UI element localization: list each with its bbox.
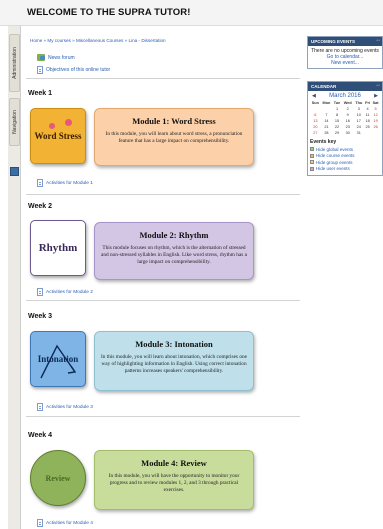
right-sidebar: UPCOMING EVENTS ▫▫ There are no upcoming…	[307, 36, 383, 182]
block-collapse-icon[interactable]: ▫▫	[376, 83, 380, 89]
calendar-grid: Sun Mon Tue Wed Thu Fri Sat 1 2 3 4 5 6 7 8 9 10 11 12 13 1…	[310, 100, 380, 136]
upcoming-events-block: UPCOMING EVENTS ▫▫ There are no upcoming…	[307, 36, 383, 69]
forum-icon	[37, 54, 45, 61]
module-4-title: Module 4: Review	[141, 458, 207, 468]
module-1-activities-label: Activities for Module 1	[46, 180, 93, 186]
block-collapse-icon[interactable]: ▫▫	[376, 38, 380, 44]
dock-strip: Administration Navigation	[8, 26, 21, 529]
dock-tab-navigation[interactable]: Navigation	[9, 98, 20, 146]
module-3-thumb-text: Intonation	[37, 354, 79, 364]
news-forum-label: News forum	[48, 54, 75, 61]
calendar-header: CALENDAR ▫▫	[308, 82, 382, 91]
next-month-icon[interactable]: ▶	[374, 93, 378, 99]
section-divider	[26, 416, 300, 417]
course-content: Home » My courses » Miscellaneous Course…	[22, 26, 304, 529]
module-3-title: Module 3: Intonation	[135, 339, 213, 349]
event-color-swatch-icon	[310, 160, 314, 165]
dock-tab-navigation-label: Navigation	[11, 110, 18, 134]
page-title: WELCOME TO THE SUPRA TUTOR!	[27, 7, 191, 18]
calendar-day[interactable]: 31	[354, 130, 364, 136]
module-3-thumbnail[interactable]: Intonation	[30, 331, 86, 387]
module-4-card: Module 4: Review In this module, you wil…	[94, 450, 254, 510]
document-icon	[37, 288, 43, 296]
prev-month-icon[interactable]: ◀	[312, 93, 316, 99]
module-2-title: Module 2: Rhythm	[139, 230, 209, 240]
module-1-card: Module 1: Word Stress In this module, yo…	[94, 108, 254, 166]
calendar-day[interactable]: 28	[321, 130, 333, 136]
calendar-day	[371, 130, 380, 136]
module-2-thumb-text: Rhythm	[38, 242, 78, 254]
dock-tab-administration-label: Administration	[11, 47, 18, 79]
event-color-swatch-icon	[310, 147, 314, 152]
section-divider	[26, 78, 300, 79]
module-4-thumb-text: Review	[45, 473, 71, 483]
week-3-heading: Week 3	[28, 313, 52, 320]
module-4-activities-label: Activities for Module 4	[46, 520, 93, 526]
decor-ball-icon	[65, 119, 72, 126]
events-key-item[interactable]: Hide user events	[310, 166, 380, 173]
module-3-description: In this module, you will learn about int…	[101, 354, 247, 375]
module-2-card: Module 2: Rhythm This module focuses on …	[94, 222, 254, 280]
document-icon	[37, 519, 43, 527]
section-divider	[26, 300, 300, 301]
dock-toggle-icon[interactable]	[10, 167, 19, 176]
page-header: WELCOME TO THE SUPRA TUTOR!	[0, 0, 383, 26]
week-2-heading: Week 2	[28, 203, 52, 210]
module-2-activities-link[interactable]: Activities for Module 2	[37, 288, 93, 296]
module-3-activities-label: Activities for Module 3	[46, 404, 93, 410]
calendar-month[interactable]: March 2016	[329, 93, 361, 99]
news-forum-link[interactable]: News forum	[37, 54, 75, 61]
objectives-label: Objectives of this online tutor	[46, 67, 111, 73]
module-2-activities-label: Activities for Module 2	[46, 289, 93, 295]
module-1-description: In this module, you will learn about wor…	[105, 131, 243, 145]
module-1-thumb-text: Word Stress	[34, 131, 82, 141]
module-2-thumbnail[interactable]: Rhythm	[30, 220, 86, 276]
calendar-title: CALENDAR	[311, 84, 337, 89]
module-1-thumbnail[interactable]: Word Stress	[30, 108, 86, 164]
events-key-label: Hide global events	[316, 146, 354, 152]
event-color-swatch-icon	[310, 166, 314, 171]
events-key-label: Hide course events	[316, 153, 355, 159]
module-1-activities-link[interactable]: Activities for Module 1	[37, 179, 93, 187]
dock-tab-administration[interactable]: Administration	[9, 34, 20, 92]
week-1-heading: Week 1	[28, 90, 52, 97]
document-icon	[37, 179, 43, 187]
calendar-block: CALENDAR ▫▫ ◀ March 2016 ▶ Sun Mon Tue Wed T…	[307, 81, 383, 176]
upcoming-events-title: UPCOMING EVENTS	[311, 39, 356, 44]
calendar-day	[364, 130, 371, 136]
events-key-label: Hide group events	[316, 159, 353, 165]
calendar-day[interactable]: 29	[332, 130, 342, 136]
module-3-card: Module 3: Intonation In this module, you…	[94, 331, 254, 391]
module-4-thumbnail[interactable]: Review	[30, 450, 86, 506]
breadcrumb[interactable]: Home » My courses » Miscellaneous Course…	[30, 38, 166, 43]
event-color-swatch-icon	[310, 153, 314, 158]
module-3-activities-link[interactable]: Activities for Module 3	[37, 403, 93, 411]
document-icon	[37, 403, 43, 411]
objectives-link[interactable]: Objectives of this online tutor	[37, 66, 110, 74]
decor-ball-icon	[49, 123, 55, 129]
new-event-link[interactable]: New event...	[311, 60, 379, 66]
document-icon	[37, 66, 43, 74]
events-key-title: Events key	[310, 139, 337, 145]
calendar-day[interactable]: 30	[342, 130, 354, 136]
module-2-description: This module focuses on rhythm, which is …	[101, 245, 247, 266]
calendar-day[interactable]: 27	[310, 130, 321, 136]
week-4-heading: Week 4	[28, 432, 52, 439]
module-4-activities-link[interactable]: Activities for Module 4	[37, 519, 93, 527]
upcoming-events-header: UPCOMING EVENTS ▫▫	[308, 37, 382, 46]
events-key-label: Hide user events	[316, 166, 350, 172]
module-4-description: In this module, you will have the opport…	[108, 473, 240, 494]
section-divider	[26, 194, 300, 195]
module-1-title: Module 1: Word Stress	[132, 116, 216, 126]
